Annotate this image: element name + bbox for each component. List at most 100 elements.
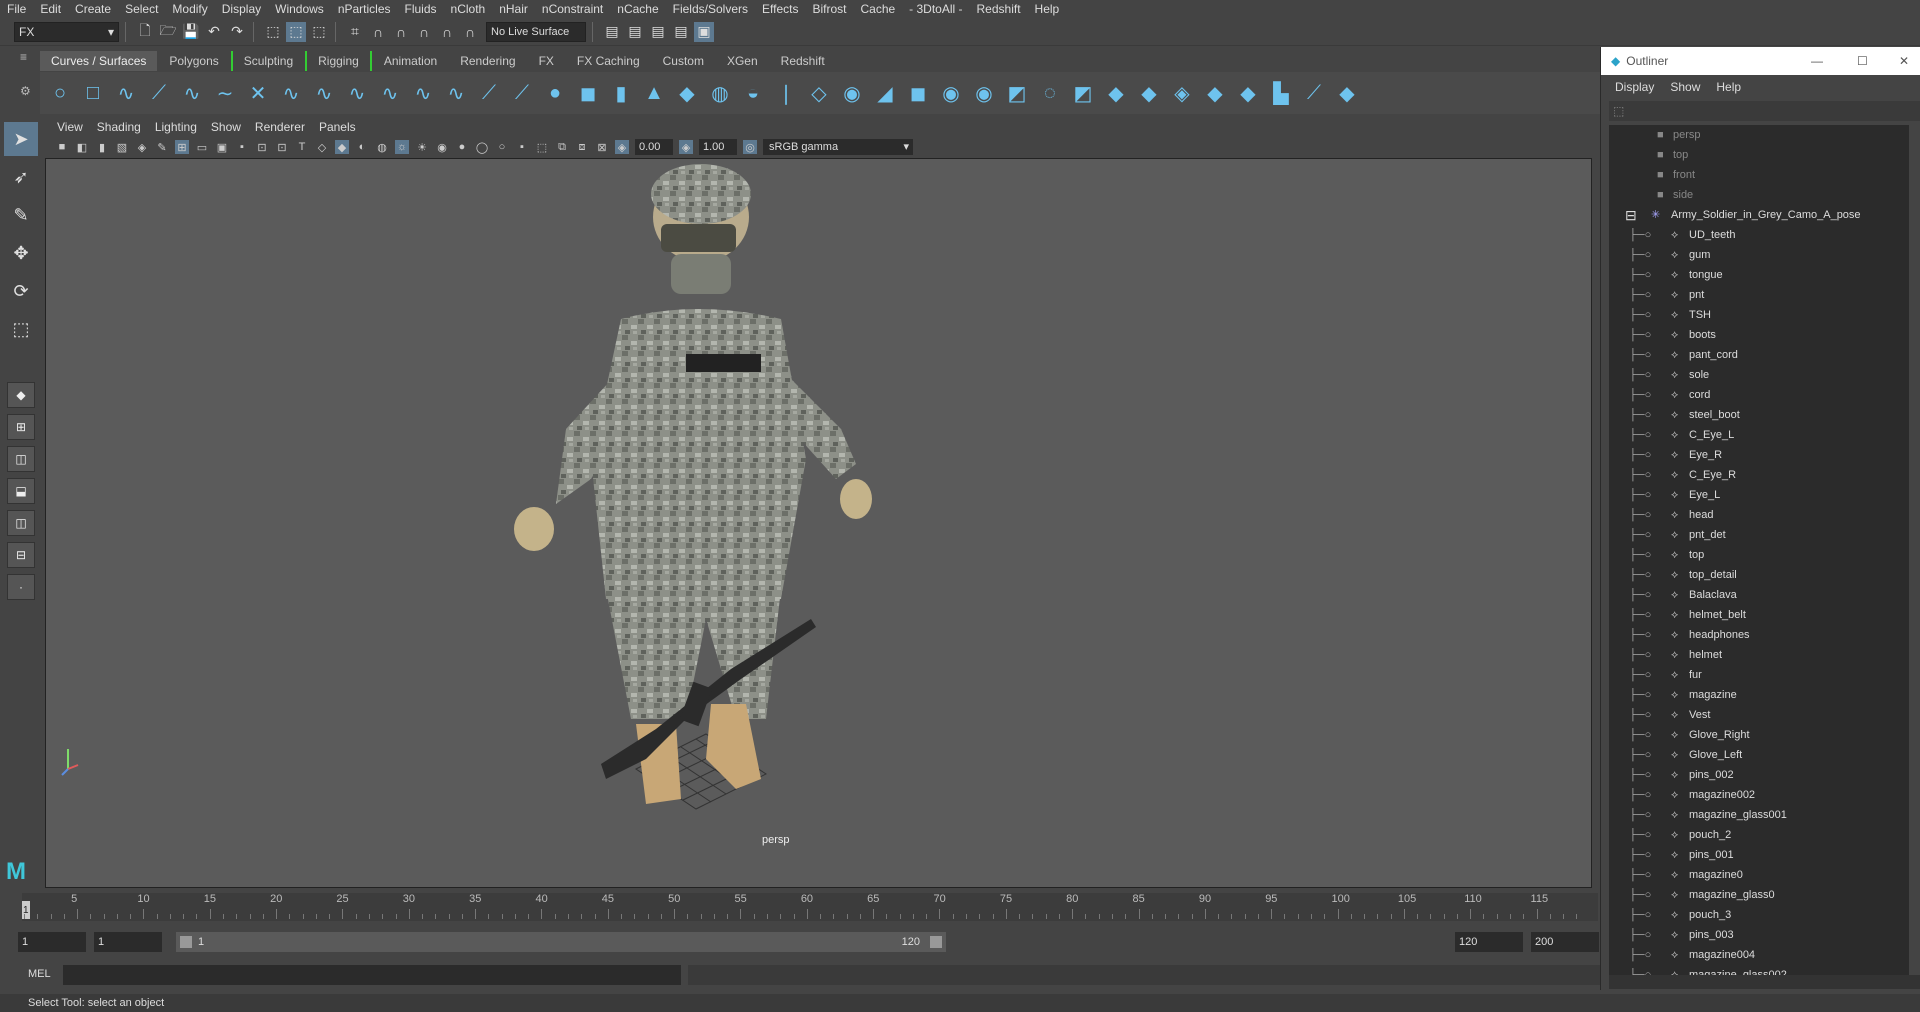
menu-help[interactable]: Help bbox=[1028, 0, 1067, 18]
textured-icon[interactable]: ◍ bbox=[375, 140, 389, 154]
outliner-item[interactable]: ├─○ ⟡ helmet_belt bbox=[1609, 605, 1909, 625]
panel-menu-show[interactable]: Show bbox=[204, 120, 248, 134]
bezier-curve-icon[interactable]: ∿ bbox=[179, 78, 205, 108]
live-surface-icon[interactable]: ∩ bbox=[460, 22, 480, 42]
exposure-field[interactable]: 0.00 bbox=[635, 139, 673, 155]
resolution-gate-icon[interactable]: ▣ bbox=[215, 140, 229, 154]
command-language-label[interactable]: MEL bbox=[28, 968, 51, 980]
nurbs-square-icon[interactable]: □ bbox=[80, 78, 106, 108]
end-time-field[interactable]: 200 bbox=[1531, 932, 1599, 952]
outliner-item[interactable]: ├─○ ⟡ headphones bbox=[1609, 625, 1909, 645]
redo-icon[interactable]: ↷ bbox=[227, 22, 247, 42]
outliner-horizontal-scrollbar[interactable] bbox=[1609, 975, 1920, 989]
ipr-render-icon[interactable]: ▤ bbox=[625, 22, 645, 42]
outliner-item[interactable]: ├─○ ⟡ TSH bbox=[1609, 305, 1909, 325]
outliner-item[interactable]: ├─○ ⟡ pins_002 bbox=[1609, 765, 1909, 785]
menu-modify[interactable]: Modify bbox=[165, 0, 214, 18]
rebuild-surface-icon[interactable]: ⟋ bbox=[1301, 78, 1327, 108]
birail-icon[interactable]: ◢ bbox=[872, 78, 898, 108]
menu-bifrost[interactable]: Bifrost bbox=[805, 0, 853, 18]
menu-set-dropdown[interactable]: FX ▾ bbox=[14, 21, 119, 42]
motion-blur-icon[interactable]: ● bbox=[455, 140, 469, 154]
live-surface-field[interactable]: No Live Surface bbox=[486, 21, 586, 42]
outliner-item[interactable]: ├─○ ⟡ magazine_glass0 bbox=[1609, 885, 1909, 905]
rotate-tool-icon[interactable]: ⟳ bbox=[4, 274, 38, 308]
rebuild-curve-icon[interactable]: ∿ bbox=[443, 78, 469, 108]
paint-select-icon[interactable]: ✎ bbox=[4, 198, 38, 232]
outliner-item[interactable]: ├─○ ⟡ C_Eye_L bbox=[1609, 425, 1909, 445]
menu-windows[interactable]: Windows bbox=[268, 0, 331, 18]
minimize-icon[interactable]: — bbox=[1811, 54, 1823, 68]
2d-pan-zoom-icon[interactable]: ◈ bbox=[135, 140, 149, 154]
outliner-item[interactable]: ├─○ ⟡ Glove_Right bbox=[1609, 725, 1909, 745]
boundary-icon[interactable]: ◉ bbox=[938, 78, 964, 108]
menu-effects[interactable]: Effects bbox=[755, 0, 805, 18]
outliner-item[interactable]: ├─○ ⟡ pnt_det bbox=[1609, 525, 1909, 545]
xray-joints-icon[interactable]: ⧉ bbox=[555, 140, 569, 154]
view-transform-dropdown[interactable]: sRGB gamma ▾ bbox=[763, 139, 913, 155]
camera-attributes-icon[interactable]: ◧ bbox=[75, 140, 89, 154]
menu-redshift[interactable]: Redshift bbox=[970, 0, 1028, 18]
outliner-camera-front[interactable]: ■ front bbox=[1609, 165, 1909, 185]
anti-aliasing-icon[interactable]: ◯ bbox=[475, 140, 489, 154]
range-end-handle[interactable] bbox=[930, 936, 942, 948]
wireframe-icon[interactable]: ◇ bbox=[315, 140, 329, 154]
smooth-shade-icon[interactable]: ◆ bbox=[335, 140, 349, 154]
exposure-icon[interactable]: ◈ bbox=[615, 140, 629, 154]
outliner-item[interactable]: ├─○ ⟡ head bbox=[1609, 505, 1909, 525]
square-surface-icon[interactable]: ◉ bbox=[971, 78, 997, 108]
film-gate-icon[interactable]: ▭ bbox=[195, 140, 209, 154]
new-scene-icon[interactable]: 🗋 bbox=[135, 22, 155, 42]
bevel-plus-icon[interactable]: ◼ bbox=[905, 78, 931, 108]
detach-surfaces-icon[interactable]: ◈ bbox=[1169, 78, 1195, 108]
panel-menu-view[interactable]: View bbox=[50, 120, 90, 134]
pencil-curve-icon[interactable]: ∼ bbox=[212, 78, 238, 108]
outliner-item[interactable]: ├─○ ⟡ C_Eye_R bbox=[1609, 465, 1909, 485]
outliner-camera-top[interactable]: ■ top bbox=[1609, 145, 1909, 165]
outliner-menu-display[interactable]: Display bbox=[1607, 80, 1662, 94]
menu-ncache[interactable]: nCache bbox=[610, 0, 665, 18]
outliner-item[interactable]: ├─○ ⟡ pouch_2 bbox=[1609, 825, 1909, 845]
outliner-item[interactable]: ├─○ ⟡ top_detail bbox=[1609, 565, 1909, 585]
wireframe-on-shaded-icon[interactable]: ◐ bbox=[355, 140, 369, 154]
snap-curve-icon[interactable]: ∩ bbox=[368, 22, 388, 42]
nurbs-cube-icon[interactable]: ◼ bbox=[575, 78, 601, 108]
save-scene-icon[interactable]: 💾 bbox=[181, 22, 201, 42]
shelf-tab-fx-caching[interactable]: FX Caching bbox=[566, 51, 651, 71]
insert-isoparm-icon[interactable]: ◆ bbox=[1235, 78, 1261, 108]
trim-icon[interactable]: ◩ bbox=[1070, 78, 1096, 108]
menu-create[interactable]: Create bbox=[68, 0, 118, 18]
extend-curve-icon[interactable]: ∿ bbox=[377, 78, 403, 108]
select-tool-icon[interactable]: ➤ bbox=[4, 122, 38, 156]
grease-pencil-icon[interactable]: ✎ bbox=[155, 140, 169, 154]
bookmark-icon[interactable]: ▮ bbox=[95, 140, 109, 154]
outliner-item[interactable]: ├─○ ⟡ magazine0 bbox=[1609, 865, 1909, 885]
outliner-item[interactable]: ├─○ ⟡ pouch_3 bbox=[1609, 905, 1909, 925]
xray-active-icon[interactable]: ⧈ bbox=[575, 140, 589, 154]
outliner-item[interactable]: ├─○ ⟡ magazine002 bbox=[1609, 785, 1909, 805]
shelf-tab-animation[interactable]: Animation bbox=[373, 51, 448, 71]
outliner-item[interactable]: ├─○ ⟡ pant_cord bbox=[1609, 345, 1909, 365]
viewport-3d[interactable] bbox=[45, 158, 1592, 888]
outliner-item[interactable]: ├─○ ⟡ tongue bbox=[1609, 265, 1909, 285]
shelf-tab-xgen[interactable]: XGen bbox=[716, 51, 769, 71]
four-pane-layout-icon[interactable]: ⊞ bbox=[7, 414, 35, 440]
panel-menu-lighting[interactable]: Lighting bbox=[148, 120, 204, 134]
detach-curves-icon[interactable]: ∿ bbox=[311, 78, 337, 108]
menu-cache[interactable]: Cache bbox=[853, 0, 902, 18]
snap-view-plane-icon[interactable]: ∩ bbox=[414, 22, 434, 42]
outliner-item[interactable]: ├─○ ⟡ Vest bbox=[1609, 705, 1909, 725]
ambient-occlusion-icon[interactable]: ◉ bbox=[435, 140, 449, 154]
lasso-tool-icon[interactable]: ➶ bbox=[4, 160, 38, 194]
outliner-item[interactable]: ├─○ ⟡ magazine bbox=[1609, 685, 1909, 705]
insert-knot-icon[interactable]: ∿ bbox=[344, 78, 370, 108]
offset-curve-icon[interactable]: ∿ bbox=[410, 78, 436, 108]
outliner-item[interactable]: ├─○ ⟡ steel_boot bbox=[1609, 405, 1909, 425]
shelf-tab-rigging[interactable]: Rigging bbox=[305, 51, 372, 71]
outliner-item[interactable]: ├─○ ⟡ magazine_glass001 bbox=[1609, 805, 1909, 825]
select-hierarchy-icon[interactable]: ⬚ bbox=[263, 22, 283, 42]
nurbs-torus-icon[interactable]: ◍ bbox=[707, 78, 733, 108]
outliner-item[interactable]: ├─○ ⟡ helmet bbox=[1609, 645, 1909, 665]
gamma-field[interactable]: 1.00 bbox=[699, 139, 737, 155]
outliner-item[interactable]: ├─○ ⟡ pins_003 bbox=[1609, 925, 1909, 945]
